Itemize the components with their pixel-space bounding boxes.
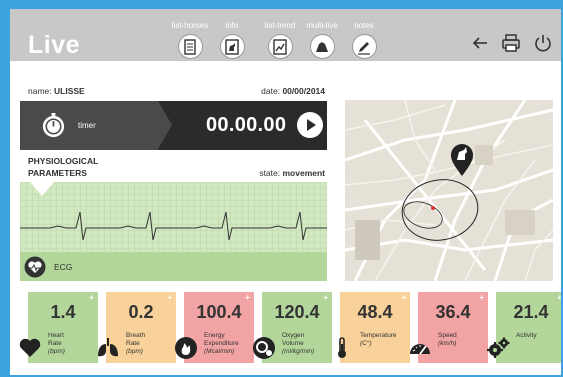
list-document-icon xyxy=(184,39,196,55)
metric-value: 120.4 xyxy=(274,302,320,322)
oxygen-icon xyxy=(253,337,275,359)
metric-card-energy-expenditure[interactable]: + 100.4 Energy Expenditure (Mcal/min) xyxy=(175,292,254,363)
metric-label: Speed (km/h) xyxy=(438,332,457,347)
location-map[interactable] xyxy=(345,100,553,281)
state-indicator: state: movement xyxy=(259,168,325,178)
metric-card-temperature[interactable]: + 48.4 Temperature (C°) xyxy=(338,292,410,363)
header-bar: Live list-horses info list-trend multi-l… xyxy=(10,9,561,61)
metric-value: 36.4 xyxy=(435,302,471,322)
session-date: date: 00/00/2014 xyxy=(261,86,325,96)
page-title: Live xyxy=(28,31,81,59)
play-icon xyxy=(307,119,316,131)
gears-icon xyxy=(487,337,510,358)
horse-name: name: ULISSE xyxy=(28,86,85,96)
metric-label: Energy Expenditure (Mcal/min) xyxy=(204,332,239,355)
power-icon[interactable] xyxy=(533,33,553,53)
speedometer-icon xyxy=(410,344,430,355)
nav-label: info xyxy=(225,21,239,30)
metric-card-heart-rate[interactable]: + 1.4 Heart Rate (bpm) xyxy=(19,292,98,363)
nav-multi-live[interactable]: multi-live xyxy=(302,21,342,59)
nav-label: multi-live xyxy=(306,21,338,30)
nav-list-horses[interactable]: list-horses xyxy=(170,21,210,59)
physiological-title: PHYSIOLOGICAL PARAMETERS xyxy=(28,156,99,178)
ecg-trace xyxy=(20,182,327,252)
metric-value: 0.2 xyxy=(128,302,154,322)
nav-info[interactable]: info xyxy=(212,21,252,59)
metric-value: 100.4 xyxy=(196,302,242,322)
nav-label: list-trend xyxy=(264,21,296,30)
metric-card-speed[interactable]: + 36.4 Speed (km/h) xyxy=(410,292,488,363)
nav-label: notes xyxy=(354,21,374,30)
nav-label: list-horses xyxy=(171,21,209,30)
metric-value: 48.4 xyxy=(357,302,393,322)
nav-list-trend[interactable]: list-trend xyxy=(260,21,300,59)
metric-label: Oxygen Volume (ml/kg/min) xyxy=(282,332,315,355)
metric-value: 1.4 xyxy=(50,302,76,322)
nav-notes[interactable]: notes xyxy=(344,21,384,59)
multi-horse-icon xyxy=(316,42,328,52)
timer-value: 00.00.00 xyxy=(206,114,287,136)
ecg-heart-icon xyxy=(24,256,46,278)
lungs-icon xyxy=(98,338,118,357)
metric-card-breath-rate[interactable]: + 0.2 Breath Rate (bpm) xyxy=(98,292,176,363)
timer-bar: timer 00.00.00 xyxy=(20,101,327,150)
metric-label: Breath Rate (bpm) xyxy=(126,332,146,355)
metric-card-oxygen-volume[interactable]: + 120.4 Oxygen Volume (ml/kg/min) xyxy=(253,292,332,363)
pencil-icon xyxy=(358,42,370,55)
metric-label: Temperature (C°) xyxy=(360,332,397,347)
metric-label: Heart Rate (bpm) xyxy=(48,332,65,355)
flame-icon xyxy=(175,337,197,359)
timer-label: timer xyxy=(78,121,96,130)
trend-chart-icon xyxy=(273,39,287,55)
back-arrow-icon[interactable] xyxy=(470,33,490,53)
metric-label: Activity xyxy=(516,332,537,339)
metric-card-activity[interactable]: + 21.4 Activity xyxy=(487,292,561,363)
ecg-label: ECG xyxy=(54,262,73,272)
stopwatch-icon xyxy=(42,112,65,138)
app-window: Live list-horses info list-trend multi-l… xyxy=(10,9,561,375)
thermometer-icon xyxy=(338,337,346,358)
heart-icon xyxy=(19,338,41,357)
ecg-panel: ECG xyxy=(20,182,327,281)
printer-icon[interactable] xyxy=(501,33,521,53)
metric-value: 21.4 xyxy=(513,302,549,322)
play-button[interactable] xyxy=(297,112,323,138)
horse-info-icon xyxy=(225,39,239,55)
